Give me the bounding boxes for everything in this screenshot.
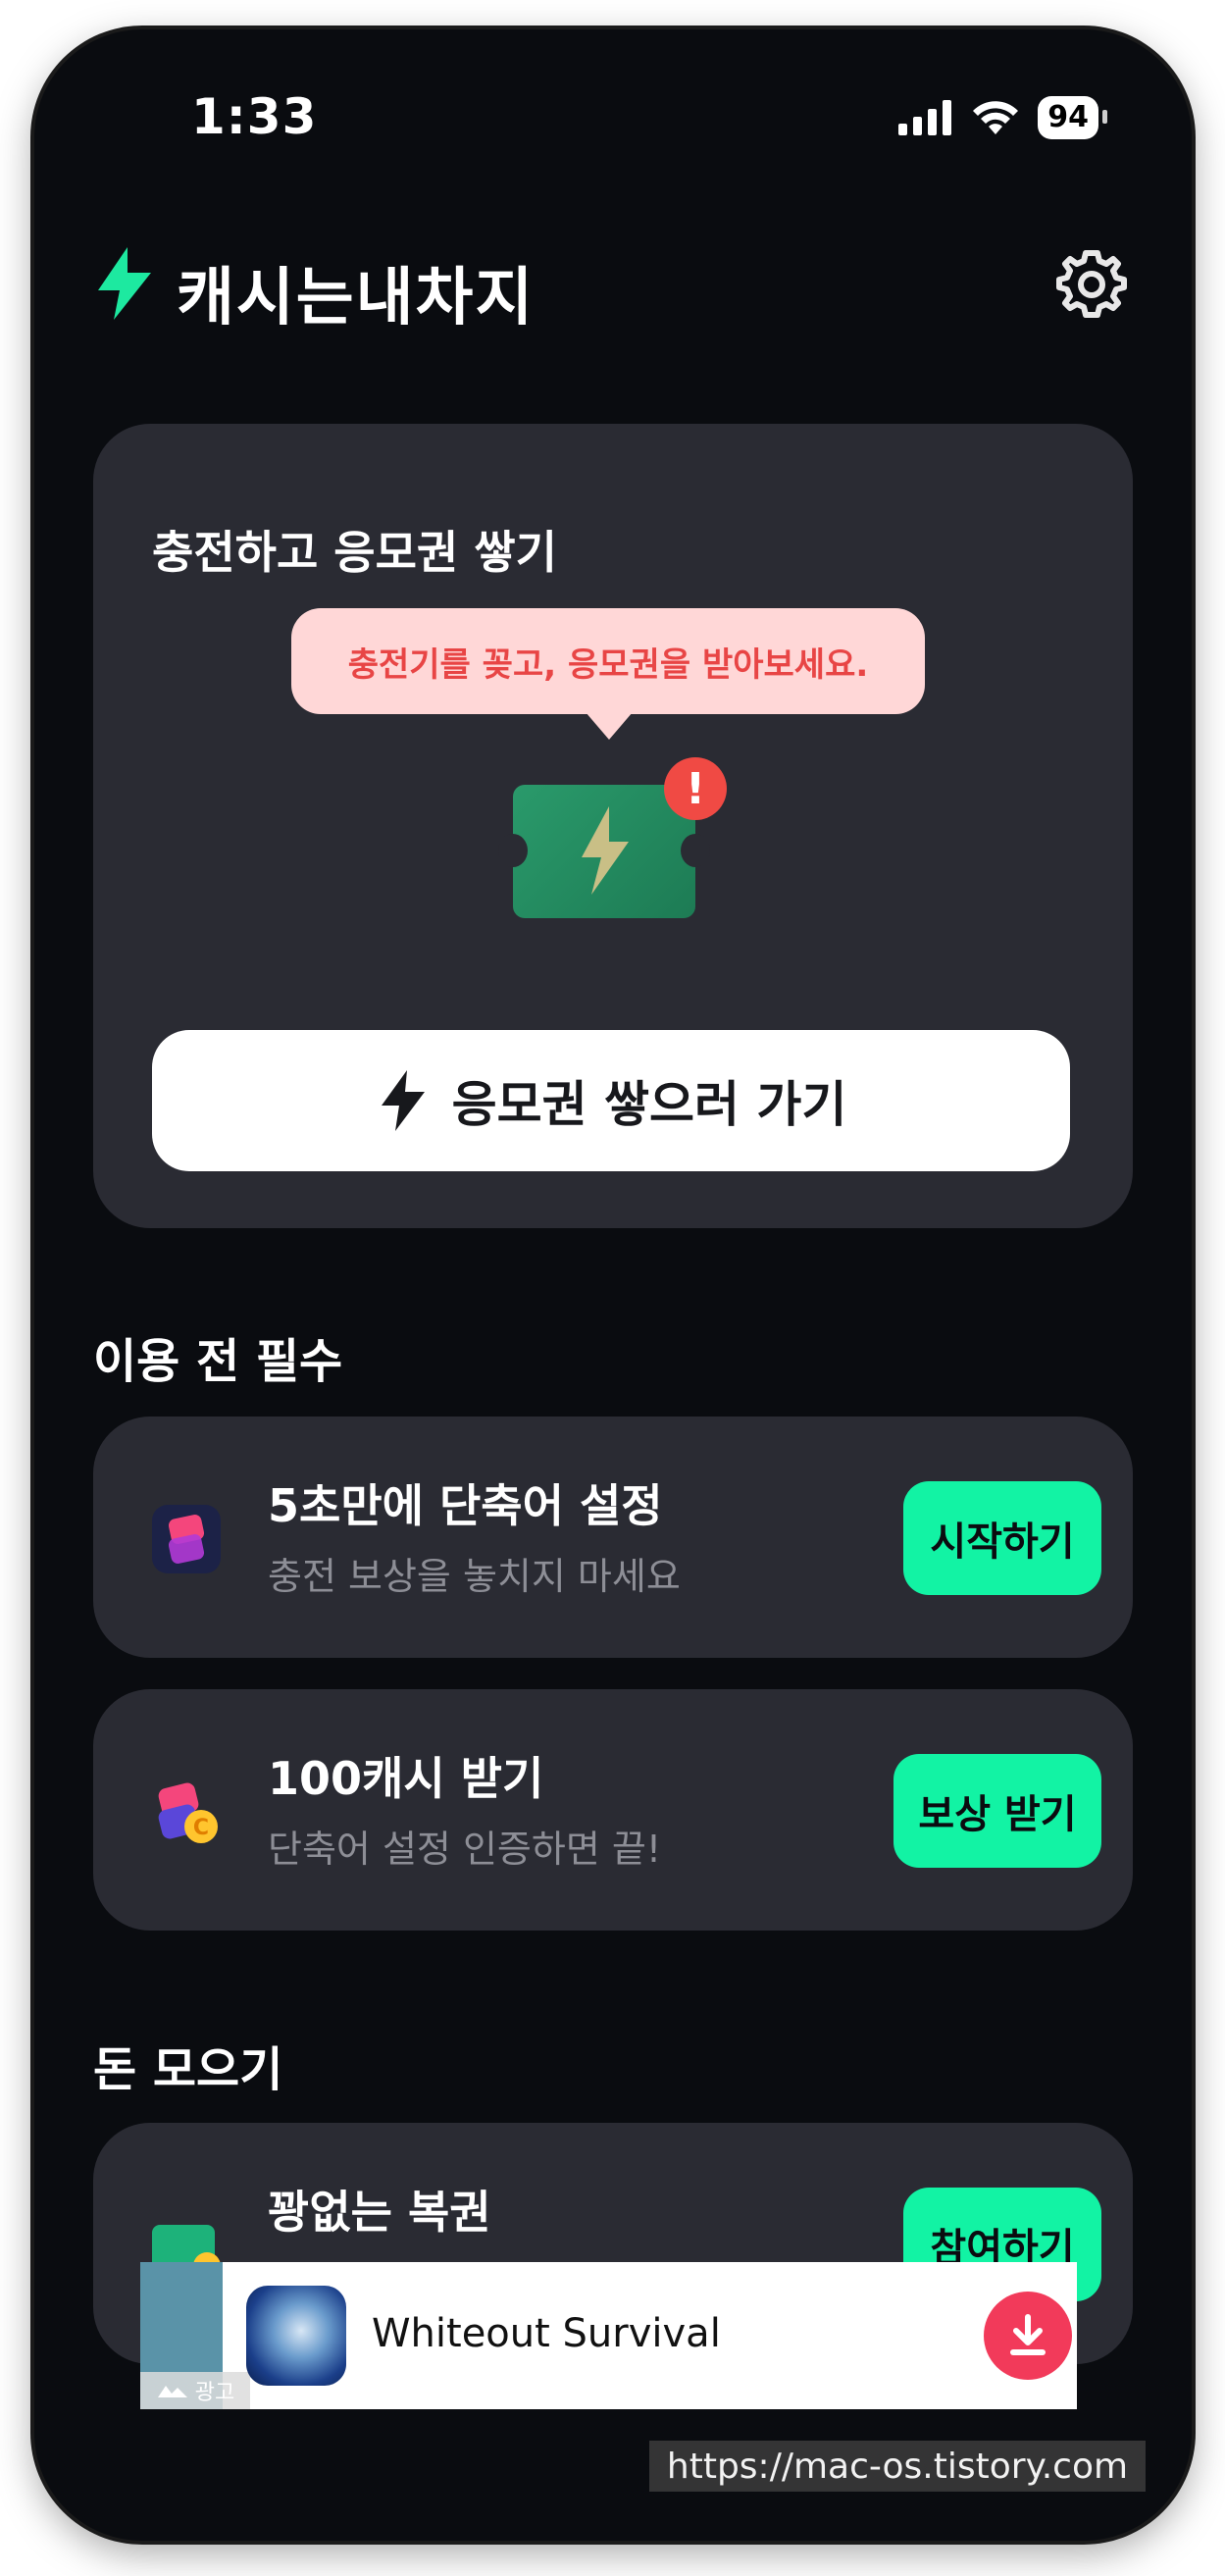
shortcuts-icon (152, 1505, 221, 1573)
collect-tickets-label: 응모권 쌓으러 가기 (451, 1076, 847, 1133)
wifi-icon (973, 101, 1019, 134)
lightning-logo-icon (98, 247, 151, 320)
cash-shortcuts-icon: C (158, 1782, 218, 1843)
collect-tickets-button[interactable]: 응모권 쌓으러 가기 (152, 1030, 1070, 1171)
task-title: 100캐시 받기 (268, 1752, 544, 1805)
watermark: https://mac-os.tistory.com (649, 2441, 1146, 2492)
task-card-reward: C 100캐시 받기 단축어 설정 인증하면 끝! 보상 받기 (93, 1689, 1133, 1931)
signal-icon (898, 100, 952, 135)
phone-screen: 1:33 94 캐시는내차지 충전하고 응모권 쌓기 충전기를 꽂고, 응모권을… (34, 29, 1192, 2541)
ad-app-icon (246, 2286, 346, 2386)
ad-network-icon (157, 2386, 187, 2397)
task-card-shortcut: 5초만에 단축어 설정 충전 보상을 놓치지 마세요 시작하기 (93, 1417, 1133, 1658)
status-icons: 94 (898, 96, 1107, 139)
charge-card: 충전하고 응모권 쌓기 충전기를 꽂고, 응모권을 받아보세요. ! 응모권 쌓… (93, 424, 1133, 1228)
claim-reward-button[interactable]: 보상 받기 (893, 1754, 1101, 1868)
status-time: 1:33 (191, 88, 318, 145)
svg-text:C: C (193, 1816, 209, 1840)
ad-banner[interactable]: 광고 Whiteout Survival (140, 2262, 1077, 2409)
task-title: 꽝없는 복권 (268, 2186, 491, 2239)
ad-app-name: Whiteout Survival (372, 2311, 721, 2356)
ad-label-text: 광고 (194, 2381, 235, 2405)
task-subtitle: 단축어 설정 인증하면 끝! (268, 1828, 662, 1871)
alert-badge: ! (664, 757, 727, 820)
lightning-icon (381, 1070, 425, 1131)
section-title-earn: 돈 모으기 (93, 2042, 283, 2097)
task-title: 5초만에 단축어 설정 (268, 1479, 663, 1532)
charge-tooltip: 충전기를 꽂고, 응모권을 받아보세요. (291, 608, 925, 740)
charge-card-title: 충전하고 응모권 쌓기 (152, 526, 557, 579)
gear-icon[interactable] (1054, 247, 1129, 322)
app-title: 캐시는내차지 (177, 262, 536, 335)
battery-indicator: 94 (1038, 96, 1107, 139)
section-title-required: 이용 전 필수 (93, 1334, 343, 1389)
download-button[interactable] (984, 2292, 1072, 2380)
download-icon (1010, 2314, 1046, 2355)
ad-label: 광고 (140, 2372, 250, 2409)
task-subtitle: 충전 보상을 놓치지 마세요 (268, 1555, 681, 1598)
start-button[interactable]: 시작하기 (903, 1481, 1101, 1595)
